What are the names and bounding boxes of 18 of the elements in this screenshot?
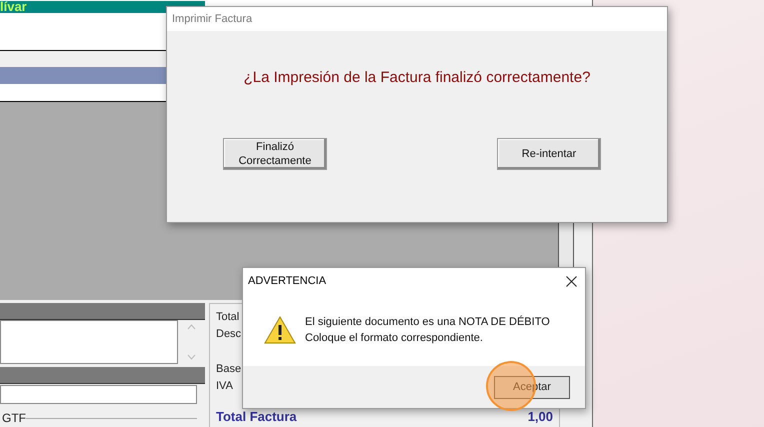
message-text: El siguiente documento es una NOTA DE DÉBITO bbox=[305, 314, 550, 330]
total-label: IVA bbox=[216, 379, 233, 394]
window-title: ADVERTENCIA bbox=[248, 275, 326, 287]
close-icon[interactable] bbox=[566, 276, 577, 286]
total-value: 1,00 bbox=[528, 410, 553, 424]
question-text: ¿La Impresión de la Factura finalizó correctamente? bbox=[244, 69, 590, 86]
retry-button[interactable]: Re-intentar bbox=[497, 138, 601, 170]
input-field[interactable] bbox=[0, 385, 197, 404]
total-label: Desc bbox=[216, 327, 242, 342]
total-label: Total Factura bbox=[216, 410, 297, 424]
total-label: Base bbox=[216, 362, 242, 377]
warning-icon bbox=[264, 316, 296, 344]
total-label: Total bbox=[216, 310, 240, 325]
message-text: Coloque el formato correspondiente. bbox=[305, 331, 484, 346]
finish-button[interactable]: Finalizó Correctamente bbox=[223, 138, 327, 170]
notes-field[interactable] bbox=[0, 320, 178, 364]
window-title: Imprimir Factura bbox=[172, 13, 252, 25]
group-label: GTF bbox=[1, 411, 26, 425]
